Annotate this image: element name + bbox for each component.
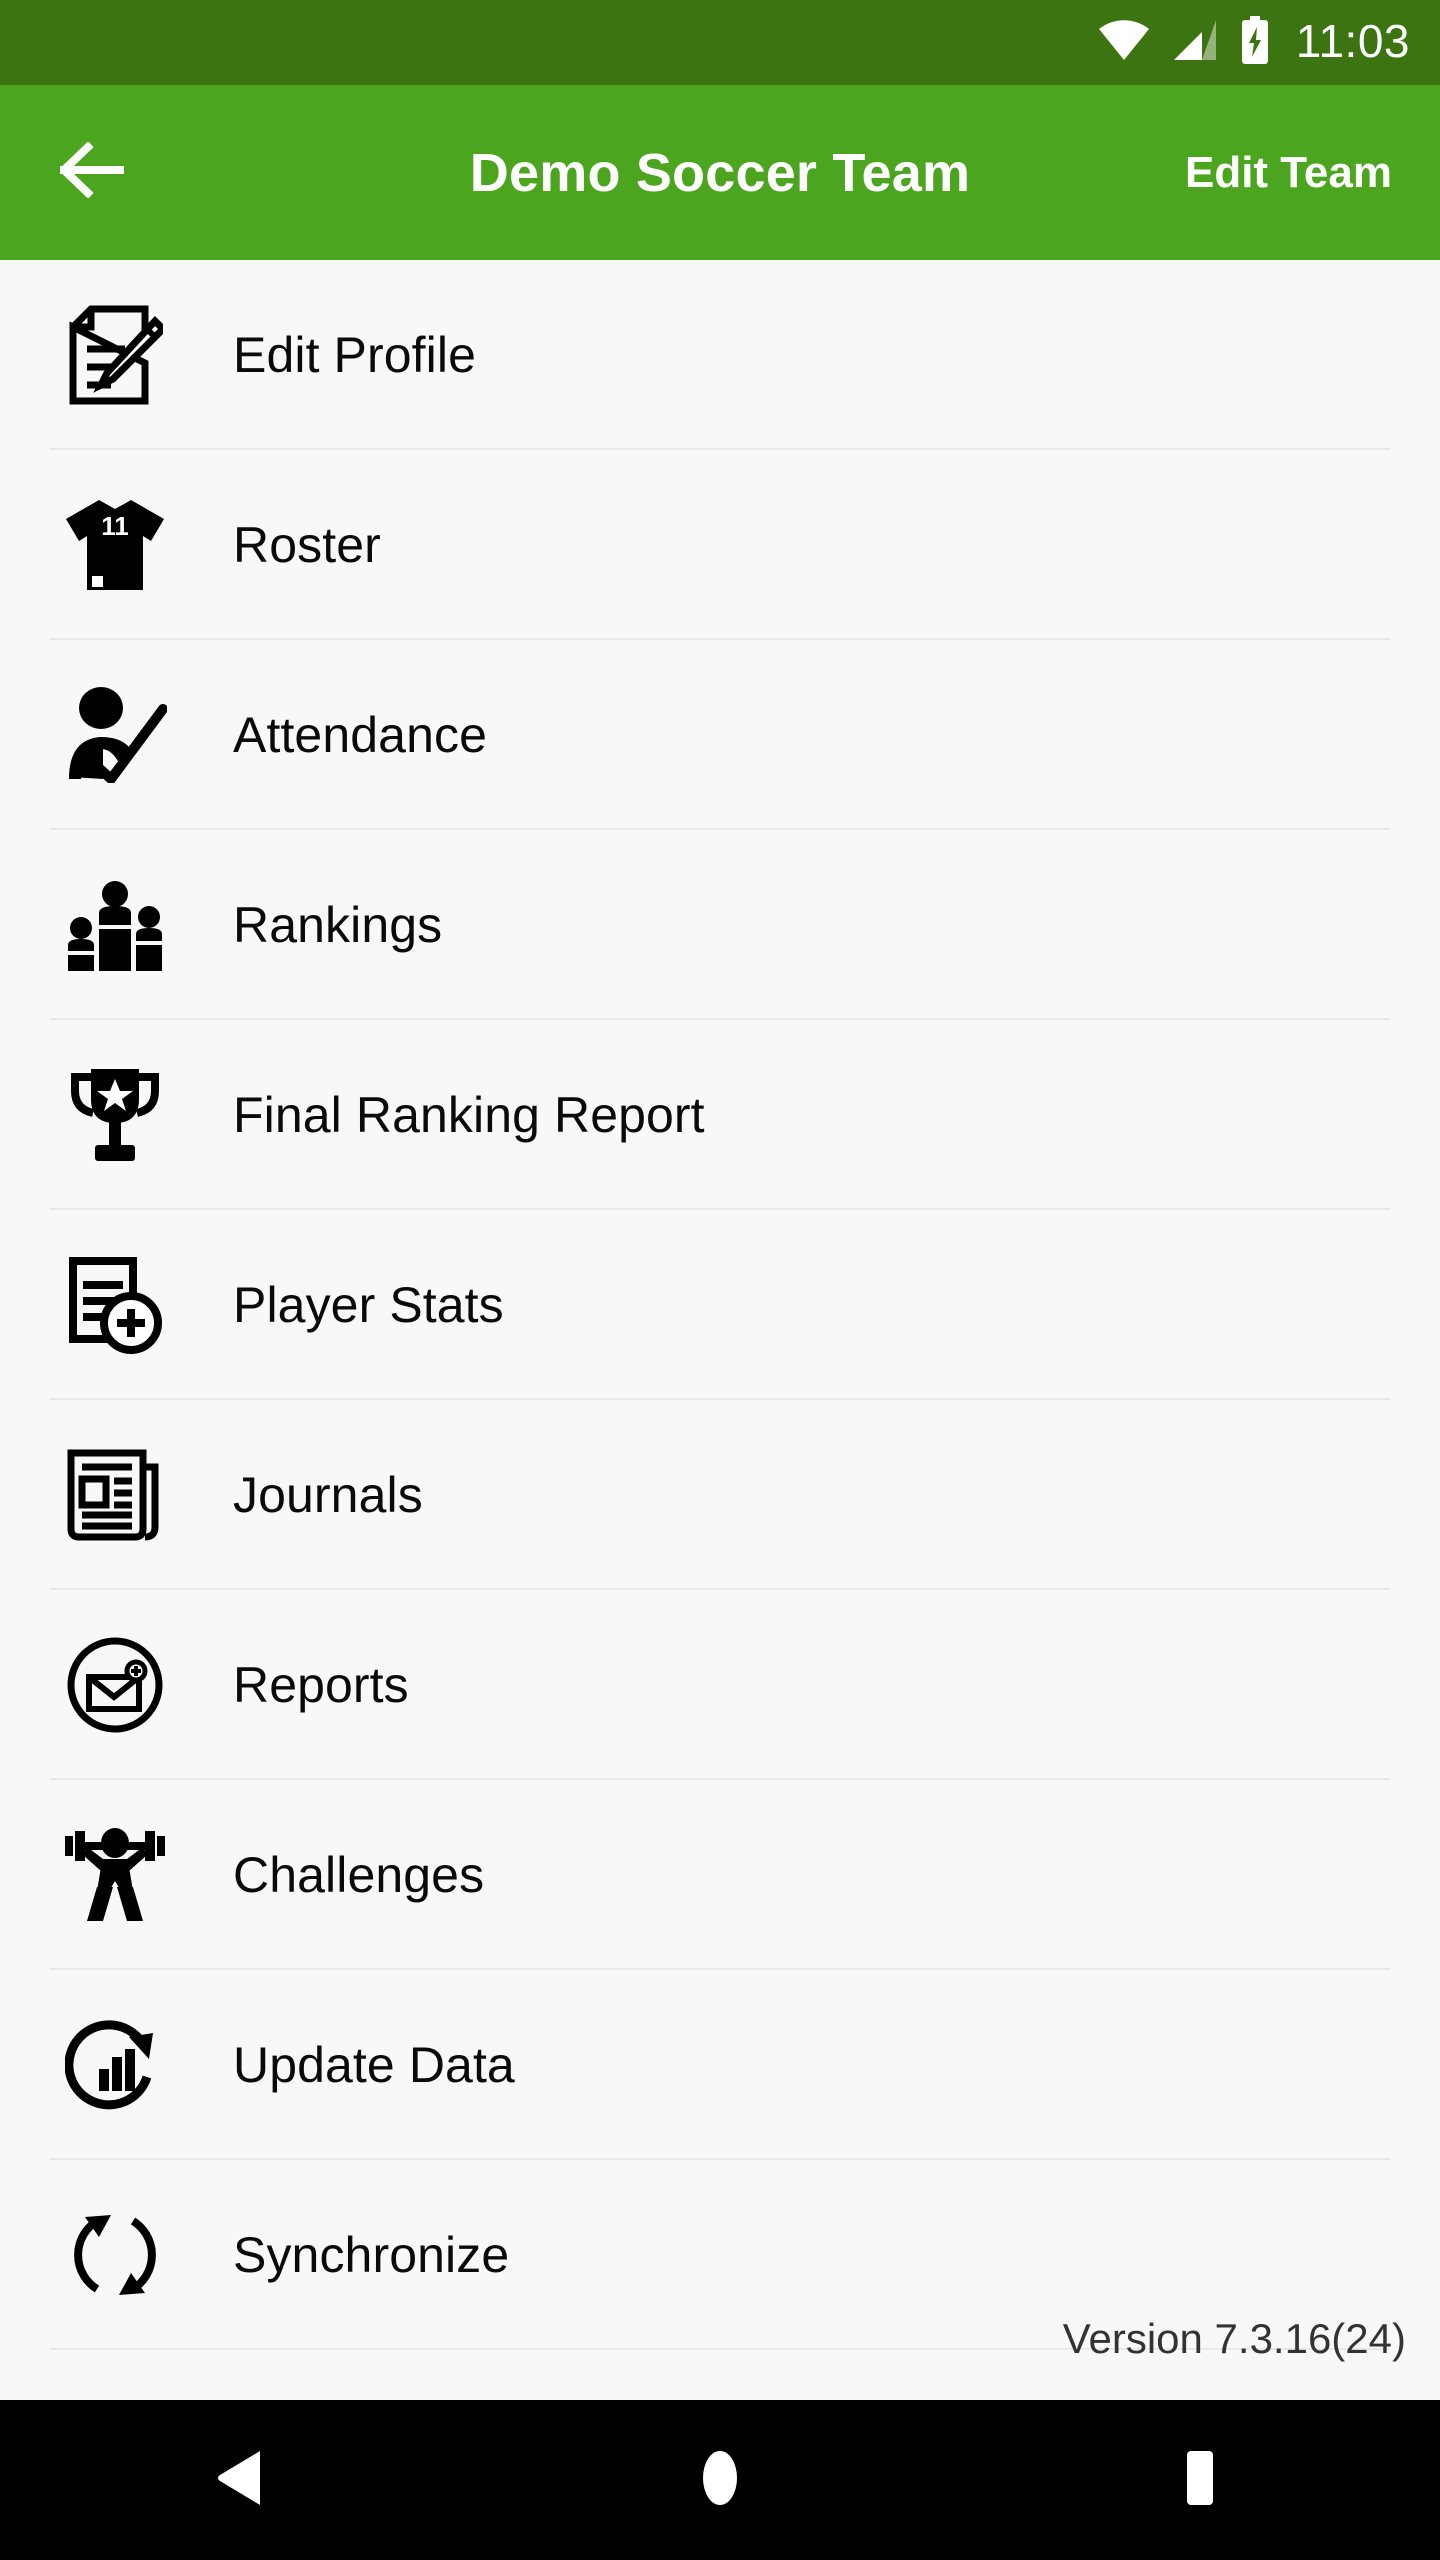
app-bar: Demo Soccer Team Edit Team	[0, 85, 1440, 260]
jersey-icon: 11	[60, 497, 170, 593]
menu-item-label: Journals	[233, 1467, 423, 1523]
menu-item-edit-profile[interactable]: Edit Profile	[0, 260, 1440, 450]
menu-item-label: Edit Profile	[233, 327, 476, 383]
document-pencil-icon	[60, 305, 170, 405]
android-nav-bar	[0, 2400, 1440, 2560]
recents-square-icon	[1174, 2449, 1226, 2512]
back-triangle-icon	[214, 2449, 266, 2512]
menu-item-label: Synchronize	[233, 2227, 510, 2283]
nav-home-button[interactable]	[620, 2400, 820, 2560]
sync-arrows-icon	[60, 2205, 170, 2305]
envelope-circle-icon	[60, 1635, 170, 1735]
status-bar: 11:03	[0, 0, 1440, 85]
phone-screen: 11:03 Demo Soccer Team Edit Team Edit Pr…	[0, 0, 1440, 2560]
menu-item-label: Final Ranking Report	[233, 1087, 705, 1143]
menu-item-reports[interactable]: Reports	[0, 1590, 1440, 1780]
menu-item-update-data[interactable]: Update Data	[0, 1970, 1440, 2160]
menu-item-journals[interactable]: Journals	[0, 1400, 1440, 1590]
menu-item-final-ranking-report[interactable]: Final Ranking Report	[0, 1020, 1440, 1210]
edit-team-button[interactable]: Edit Team	[1185, 148, 1392, 198]
nav-recents-button[interactable]	[1100, 2400, 1300, 2560]
menu-item-roster[interactable]: 11 Roster	[0, 450, 1440, 640]
person-check-icon	[60, 687, 170, 783]
chart-refresh-icon	[60, 2015, 170, 2115]
jersey-number: 11	[101, 511, 129, 541]
menu-item-rankings[interactable]: Rankings	[0, 830, 1440, 1020]
status-bar-time: 11:03	[1295, 15, 1410, 67]
menu-item-label: Rankings	[233, 897, 443, 953]
menu-item-attendance[interactable]: Attendance	[0, 640, 1440, 830]
menu-item-label: Roster	[233, 517, 381, 573]
document-plus-icon	[60, 1255, 170, 1355]
menu-list: Edit Profile 11 Roster Attendance Rankin…	[0, 260, 1440, 2350]
menu-item-label: Update Data	[233, 2037, 515, 2093]
menu-item-label: Attendance	[233, 707, 487, 763]
menu-item-label: Challenges	[233, 1847, 485, 1903]
home-circle-icon	[694, 2449, 746, 2512]
menu-item-player-stats[interactable]: Player Stats	[0, 1210, 1440, 1400]
menu-item-challenges[interactable]: Challenges	[0, 1780, 1440, 1970]
app-version-text: Version 7.3.16(24)	[1062, 2315, 1406, 2362]
nav-back-button[interactable]	[140, 2400, 340, 2560]
podium-people-icon	[60, 877, 170, 973]
trophy-star-icon	[60, 1065, 170, 1165]
battery-charging-icon	[1240, 16, 1270, 69]
menu-item-label: Reports	[233, 1657, 409, 1713]
weightlifter-icon	[60, 1825, 170, 1925]
cellular-signal-icon	[1172, 19, 1218, 66]
status-bar-icons	[1098, 16, 1270, 69]
wifi-icon	[1098, 19, 1150, 66]
menu-item-label: Player Stats	[233, 1277, 504, 1333]
newspaper-icon	[60, 1445, 170, 1545]
